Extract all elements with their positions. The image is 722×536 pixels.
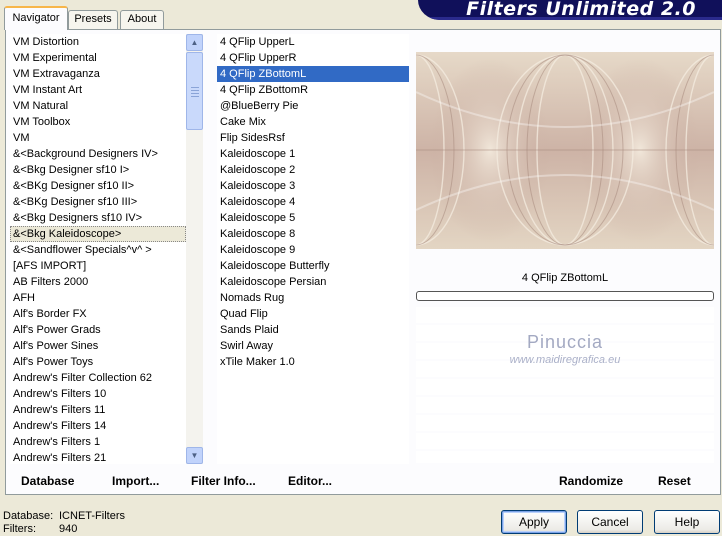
preview-image (416, 52, 714, 249)
category-item[interactable]: VM Toolbox (10, 114, 186, 130)
category-item[interactable]: AB Filters 2000 (10, 274, 186, 290)
filter-item[interactable]: Kaleidoscope 1 (217, 146, 409, 162)
category-item[interactable]: VM Distortion (10, 34, 186, 50)
randomize-button[interactable]: Randomize (559, 474, 623, 488)
editor-button[interactable]: Editor... (288, 474, 332, 488)
category-item[interactable]: VM Experimental (10, 50, 186, 66)
chevron-up-icon: ▲ (190, 38, 199, 47)
category-item[interactable]: VM Instant Art (10, 82, 186, 98)
category-item[interactable]: Andrew's Filters 11 (10, 402, 186, 418)
category-item[interactable]: &<Sandflower Specials^v^ > (10, 242, 186, 258)
parameter-slot (416, 307, 714, 323)
filter-item[interactable]: 4 QFlip ZBottomL (217, 66, 409, 82)
category-item[interactable]: &<Bkg Designer sf10 I> (10, 162, 186, 178)
filter-item[interactable]: @BlueBerry Pie (217, 98, 409, 114)
tab-about[interactable]: About (120, 10, 164, 29)
database-button[interactable]: Database (21, 474, 74, 488)
parameter-slot (416, 415, 714, 431)
filter-item[interactable]: 4 QFlip UpperR (217, 50, 409, 66)
banner-title: Filters Unlimited 2.0 (466, 0, 696, 20)
preview-filter-name: 4 QFlip ZBottomL (521, 272, 609, 284)
filter-item[interactable]: Kaleidoscope 5 (217, 210, 409, 226)
parameter-slot (416, 397, 714, 413)
database-label: Database: (3, 510, 54, 522)
tab-navigator[interactable]: Navigator (4, 6, 68, 30)
category-item[interactable]: VM Natural (10, 98, 186, 114)
parameter-slot (416, 379, 714, 395)
category-item[interactable]: Alf's Power Grads (10, 322, 186, 338)
scroll-up-button[interactable]: ▲ (186, 34, 203, 51)
category-item[interactable]: Alf's Power Sines (10, 338, 186, 354)
filter-item[interactable]: Kaleidoscope 8 (217, 226, 409, 242)
filter-item[interactable]: 4 QFlip ZBottomR (217, 82, 409, 98)
category-item[interactable]: &<BKg Designer sf10 II> (10, 178, 186, 194)
import-button[interactable]: Import... (112, 474, 159, 488)
category-scrollbar[interactable]: ▲ ▼ (186, 34, 203, 464)
filter-item[interactable]: Swirl Away (217, 338, 409, 354)
kaleidoscope-preview (416, 52, 714, 249)
database-value: ICNET-Filters (59, 510, 125, 522)
watermark-name: Pinuccia (526, 332, 604, 352)
parameter-slot (416, 433, 714, 449)
filter-item[interactable]: Cake Mix (217, 114, 409, 130)
title-banner: Filters Unlimited 2.0 (418, 0, 722, 20)
cancel-button[interactable]: Cancel (577, 510, 643, 534)
filter-item[interactable]: Kaleidoscope 9 (217, 242, 409, 258)
filter-item[interactable]: Kaleidoscope Butterfly (217, 258, 409, 274)
filter-item[interactable]: Kaleidoscope 4 (217, 194, 409, 210)
filter-list[interactable]: 4 QFlip UpperL 4 QFlip UpperR 4 QFlip ZBot… (217, 34, 409, 464)
filter-item[interactable]: xTile Maker 1.0 (217, 354, 409, 370)
scroll-down-button[interactable]: ▼ (186, 447, 203, 464)
parameter-slot (416, 451, 714, 463)
filter-item[interactable]: 4 QFlip UpperL (217, 34, 409, 50)
tab-presets[interactable]: Presets (68, 10, 118, 29)
category-item[interactable]: Andrew's Filters 1 (10, 434, 186, 450)
category-item[interactable]: Alf's Border FX (10, 306, 186, 322)
filter-item[interactable]: Kaleidoscope 2 (217, 162, 409, 178)
scroll-thumb[interactable] (186, 52, 203, 130)
category-item[interactable]: &<BKg Designer sf10 III> (10, 194, 186, 210)
category-item[interactable]: VM (10, 130, 186, 146)
filter-item[interactable]: Quad Flip (217, 306, 409, 322)
category-item[interactable]: Alf's Power Toys (10, 354, 186, 370)
filter-item[interactable]: Nomads Rug (217, 290, 409, 306)
category-item[interactable]: &<Bkg Kaleidoscope> (10, 226, 186, 242)
filter-item[interactable]: Sands Plaid (217, 322, 409, 338)
category-item[interactable]: &<Background Designers IV> (10, 146, 186, 162)
filter-item[interactable]: Kaleidoscope Persian (217, 274, 409, 290)
category-item[interactable]: [AFS IMPORT] (10, 258, 186, 274)
category-item[interactable]: Andrew's Filters 10 (10, 386, 186, 402)
filters-count-value: 940 (59, 523, 78, 535)
watermark-url: www.maidiregrafica.eu (509, 354, 621, 366)
progress-bar (416, 291, 714, 301)
category-item[interactable]: Andrew's Filters 14 (10, 418, 186, 434)
category-item[interactable]: VM Extravaganza (10, 66, 186, 82)
category-item[interactable]: &<Bkg Designers sf10 IV> (10, 210, 186, 226)
chevron-down-icon: ▼ (190, 451, 199, 460)
filter-item[interactable]: Flip SidesRsf (217, 130, 409, 146)
filter-info-button[interactable]: Filter Info... (191, 474, 256, 488)
apply-button[interactable]: Apply (501, 510, 567, 534)
category-item[interactable]: AFH (10, 290, 186, 306)
category-item[interactable]: Andrew's Filter Collection 62 (10, 370, 186, 386)
filters-count-label: Filters: (3, 523, 36, 535)
filter-item[interactable]: Kaleidoscope 3 (217, 178, 409, 194)
reset-button[interactable]: Reset (658, 474, 691, 488)
category-list[interactable]: VM Distortion VM Experimental VM Extravaga… (10, 34, 186, 464)
help-button[interactable]: Help (654, 510, 720, 534)
category-item[interactable]: Andrew's Filters 21 (10, 450, 186, 464)
